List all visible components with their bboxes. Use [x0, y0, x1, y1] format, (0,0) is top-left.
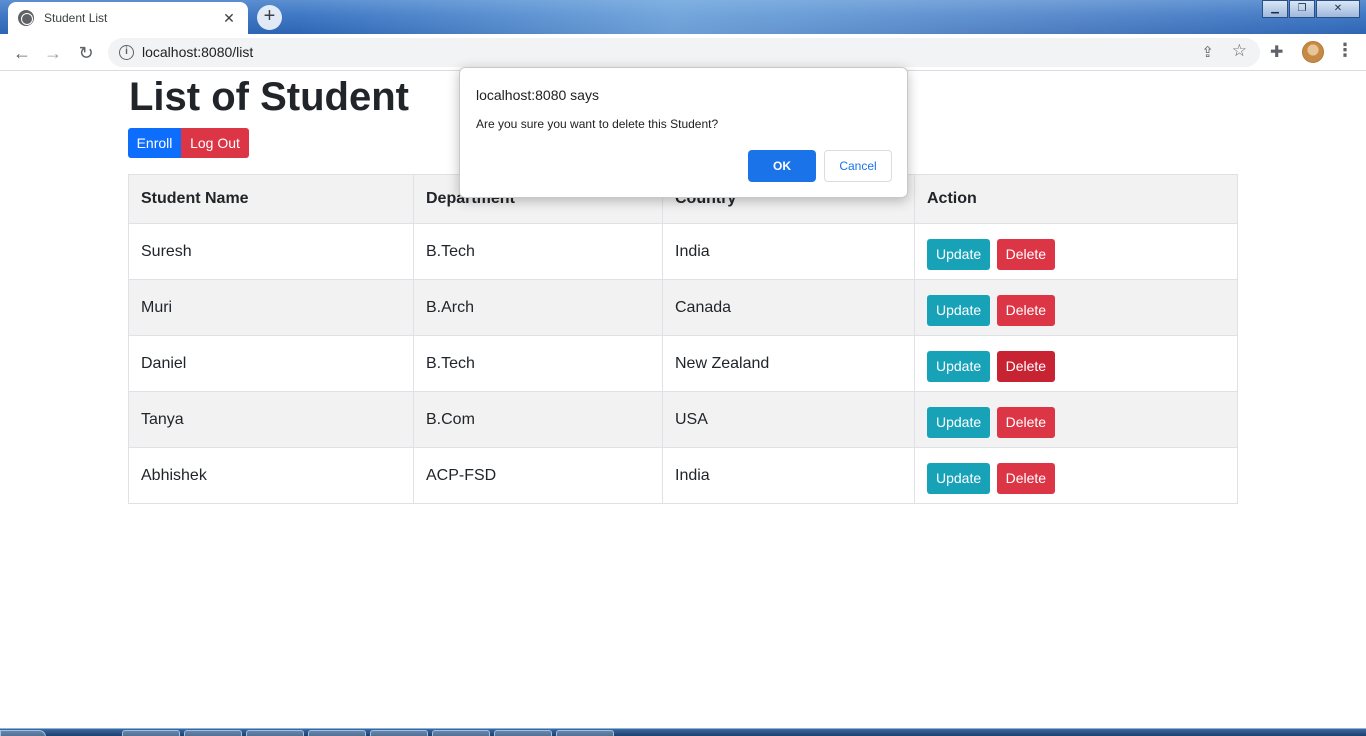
table-row: Tanya B.Com USA Update Delete — [128, 391, 1238, 448]
share-icon[interactable]: ⇪ — [1201, 43, 1214, 61]
cell-country: Canada — [662, 279, 915, 336]
browser-title-bar: Student List ✕ + ▁ ❐ ✕ — [0, 0, 1366, 34]
url-text[interactable]: localhost:8080/list — [142, 44, 253, 60]
delete-button[interactable]: Delete — [996, 351, 1056, 382]
update-button[interactable]: Update — [927, 295, 991, 326]
enroll-button[interactable]: Enroll — [128, 128, 181, 158]
taskbar-item[interactable] — [494, 730, 552, 736]
back-arrow-icon[interactable]: ← — [9, 40, 35, 66]
update-button[interactable]: Update — [927, 463, 991, 494]
browser-toolbar: ← → ↻ i localhost:8080/list ⇪ ☆ — [0, 34, 1366, 71]
forward-arrow-icon[interactable]: → — [40, 40, 66, 66]
close-window-button[interactable]: ✕ — [1316, 0, 1360, 18]
dialog-title: localhost:8080 says — [476, 87, 599, 103]
cell-action: Update Delete — [914, 335, 1238, 392]
students-table: Student Name Department Country Action S… — [128, 174, 1238, 504]
minimize-button[interactable]: ▁ — [1262, 0, 1288, 18]
header-student-name: Student Name — [128, 174, 414, 224]
page-title: List of Student — [129, 75, 409, 119]
cell-student-name: Daniel — [128, 335, 414, 392]
cell-department: B.Com — [413, 391, 663, 448]
update-button[interactable]: Update — [927, 407, 991, 438]
delete-button[interactable]: Delete — [996, 295, 1056, 326]
update-button[interactable]: Update — [927, 239, 991, 270]
tab-title: Student List — [44, 11, 108, 25]
browser-menu-icon[interactable]: ⋮ — [1336, 40, 1354, 61]
os-taskbar — [0, 728, 1366, 736]
taskbar-item[interactable] — [246, 730, 304, 736]
start-button[interactable] — [0, 730, 46, 736]
reload-icon[interactable]: ↻ — [73, 40, 99, 66]
tab-student-list[interactable]: Student List ✕ — [8, 2, 248, 34]
table-row: Suresh B.Tech India Update Delete — [128, 223, 1238, 280]
cell-department: ACP-FSD — [413, 447, 663, 504]
cell-action: Update Delete — [914, 447, 1238, 504]
dialog-cancel-button[interactable]: Cancel — [824, 150, 892, 182]
table-row: Daniel B.Tech New Zealand Update Delete — [128, 335, 1238, 392]
restore-button[interactable]: ❐ — [1289, 0, 1315, 18]
cell-country: India — [662, 447, 915, 504]
confirm-dialog: localhost:8080 says Are you sure you wan… — [459, 67, 908, 198]
table-row: Abhishek ACP-FSD India Update Delete — [128, 447, 1238, 504]
taskbar-item[interactable] — [432, 730, 490, 736]
delete-button[interactable]: Delete — [996, 463, 1056, 494]
taskbar-item[interactable] — [308, 730, 366, 736]
close-tab-icon[interactable]: ✕ — [220, 10, 238, 27]
cell-action: Update Delete — [914, 223, 1238, 280]
dialog-ok-button[interactable]: OK — [748, 150, 816, 182]
cell-action: Update Delete — [914, 279, 1238, 336]
delete-button[interactable]: Delete — [996, 239, 1056, 270]
taskbar-item[interactable] — [184, 730, 242, 736]
address-bar[interactable]: i localhost:8080/list ⇪ ☆ — [108, 38, 1260, 67]
taskbar-item[interactable] — [370, 730, 428, 736]
cell-country: India — [662, 223, 915, 280]
extensions-puzzle-icon[interactable]: ✚ — [1270, 42, 1283, 62]
new-tab-button[interactable]: + — [257, 5, 282, 30]
globe-icon — [18, 10, 34, 26]
update-button[interactable]: Update — [927, 351, 991, 382]
logout-button[interactable]: Log Out — [181, 128, 249, 158]
cell-department: B.Tech — [413, 335, 663, 392]
cell-department: B.Arch — [413, 279, 663, 336]
dialog-message: Are you sure you want to delete this Stu… — [476, 117, 719, 131]
header-action: Action — [914, 174, 1238, 224]
cell-department: B.Tech — [413, 223, 663, 280]
bookmark-star-icon[interactable]: ☆ — [1232, 41, 1247, 61]
cell-student-name: Tanya — [128, 391, 414, 448]
cell-student-name: Muri — [128, 279, 414, 336]
cell-student-name: Abhishek — [128, 447, 414, 504]
window-controls: ▁ ❐ ✕ — [1261, 0, 1360, 18]
cell-country: USA — [662, 391, 915, 448]
cell-action: Update Delete — [914, 391, 1238, 448]
delete-button[interactable]: Delete — [996, 407, 1056, 438]
table-row: Muri B.Arch Canada Update Delete — [128, 279, 1238, 336]
taskbar-item[interactable] — [556, 730, 614, 736]
profile-avatar[interactable] — [1302, 41, 1324, 63]
taskbar-item[interactable] — [122, 730, 180, 736]
info-icon[interactable]: i — [119, 45, 134, 60]
cell-country: New Zealand — [662, 335, 915, 392]
cell-student-name: Suresh — [128, 223, 414, 280]
